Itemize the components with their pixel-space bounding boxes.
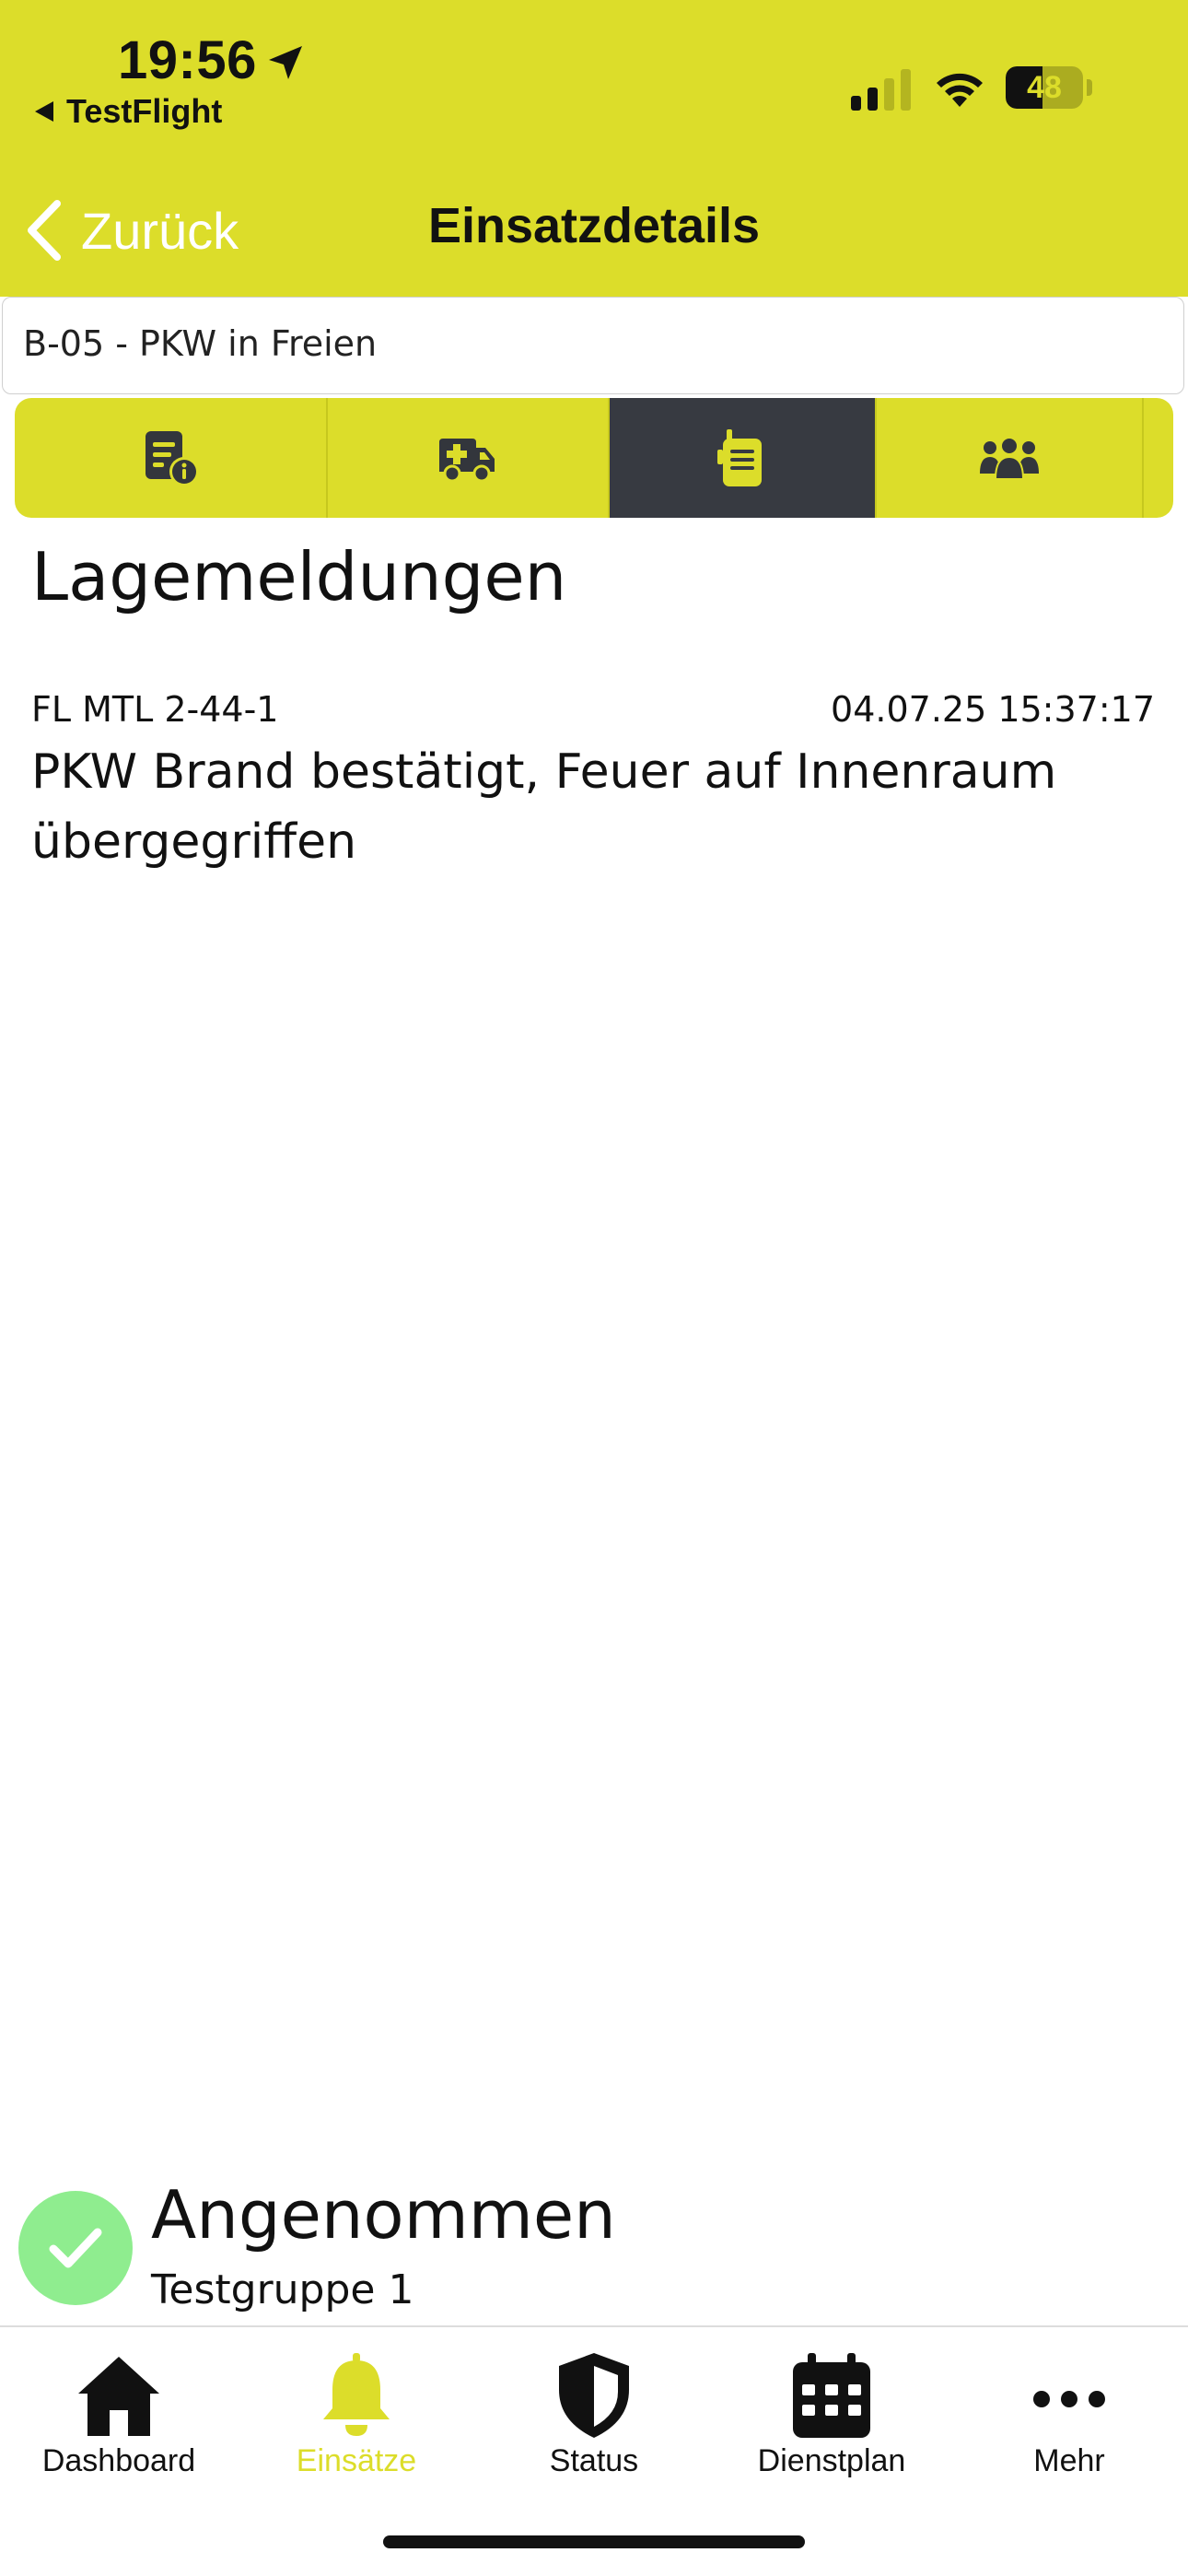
tab-dienstplan[interactable]: Dienstplan: [713, 2340, 950, 2488]
page-title: Einsatzdetails: [427, 198, 761, 253]
tab-dashboard[interactable]: Dashboard: [0, 2340, 238, 2488]
ambulance-icon: [439, 439, 495, 483]
radio-icon: [717, 429, 762, 486]
shield-icon: [559, 2353, 629, 2438]
segment-radio-messages[interactable]: [610, 398, 877, 518]
tab-einsaetze-label: Einsätze: [296, 2443, 417, 2478]
message-timestamp: 04.07.25 15:37:17: [831, 689, 1155, 730]
response-status: Angenommen: [151, 2176, 616, 2254]
back-app-label: TestFlight: [66, 92, 223, 130]
segment-vehicles[interactable]: [328, 398, 610, 518]
battery-percent: 48: [1027, 70, 1062, 105]
tab-dienstplan-label: Dienstplan: [757, 2443, 906, 2478]
home-indicator[interactable]: [383, 2535, 805, 2548]
battery-cap: [1087, 79, 1092, 96]
message-text: PKW Brand bestätigt, Feuer auf Innenraum…: [31, 744, 1057, 870]
tab-status[interactable]: Status: [475, 2340, 713, 2488]
battery-indicator: 48: [1006, 66, 1083, 109]
message-sender: FL MTL 2-44-1: [31, 689, 279, 730]
mission-title-box: B-05 - PKW in Freien: [2, 297, 1184, 394]
status-time: 19:56: [118, 30, 257, 90]
tab-einsaetze[interactable]: Einsätze: [238, 2340, 475, 2488]
home-icon: [78, 2357, 159, 2436]
tab-dashboard-label: Dashboard: [41, 2443, 196, 2478]
more-dots-icon: [1033, 2391, 1105, 2407]
section-heading: Lagemeldungen: [31, 538, 567, 615]
mission-title: B-05 - PKW in Freien: [23, 323, 378, 364]
bell-icon: [323, 2353, 390, 2436]
cellular-signal-icon: [851, 69, 911, 111]
tab-mehr-label: Mehr: [1033, 2443, 1105, 2478]
segment-info[interactable]: [15, 398, 328, 518]
people-group-icon: [980, 437, 1039, 480]
calendar-icon: [793, 2353, 870, 2438]
top-header: 19:56 TestFlight 48 Zurück Einsatzdetail…: [0, 0, 1188, 297]
response-group: Testgruppe 1: [151, 2266, 414, 2313]
location-arrow-icon: [269, 46, 302, 79]
tab-status-label: Status: [549, 2443, 639, 2478]
accepted-status-indicator: [18, 2191, 133, 2305]
checkmark-icon: [49, 2228, 102, 2268]
segment-personnel[interactable]: [877, 398, 1144, 518]
report-info-icon: [146, 431, 199, 486]
tab-mehr[interactable]: Mehr: [950, 2340, 1188, 2488]
detail-segment-bar: [15, 398, 1173, 518]
back-to-testflight[interactable]: TestFlight: [35, 92, 222, 131]
wifi-icon: [937, 73, 983, 107]
